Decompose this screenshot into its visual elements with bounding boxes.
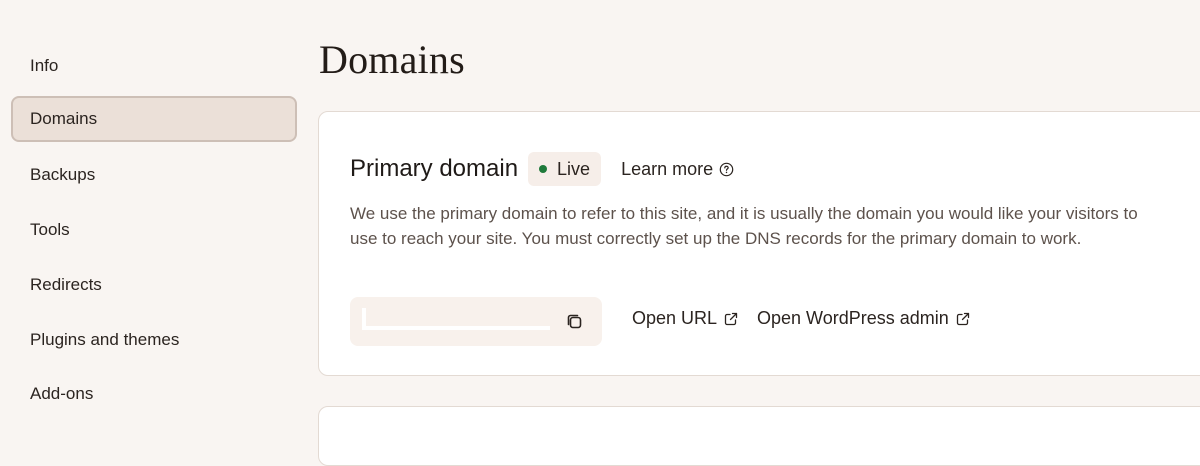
external-link-icon [724,312,738,325]
sidebar-item-label: Tools [30,220,70,239]
external-link-icon [956,312,969,325]
copy-icon [567,314,582,329]
open-wordpress-admin-link[interactable]: Open WordPress admin [757,308,971,329]
card-title: Primary domain [350,155,519,182]
primary-domain-card: Primary domain Live Learn more We use th… [318,111,1200,376]
sidebar-item-tools[interactable]: Tools [11,207,297,253]
learn-more-label: Learn more [621,158,714,179]
copy-button[interactable] [564,311,586,333]
status-badge: Live [528,152,602,186]
sidebar: Info Domains Backups Tools Redirects Plu… [0,0,310,429]
sidebar-item-info[interactable]: Info [11,43,297,89]
sidebar-item-label: Info [30,56,59,75]
sidebar-item-label: Add-ons [30,384,94,403]
sidebar-item-redirects[interactable]: Redirects [11,262,297,308]
open-wordpress-admin-label: Open WordPress admin [757,308,949,328]
open-url-label: Open URL [632,308,718,328]
sidebar-item-plugins-and-themes[interactable]: Plugins and themes [11,317,297,363]
domain-value [362,308,550,330]
sidebar-item-label: Backups [30,165,96,184]
status-text: Live [557,158,591,179]
open-url-link[interactable]: Open URL [632,308,739,329]
domain-display [350,297,602,346]
primary-domain-description: We use the primary domain to refer to th… [350,204,1138,248]
sidebar-item-label: Plugins and themes [30,330,180,349]
secondary-card [318,406,1200,466]
primary-domain-header: Primary domain Live Learn more [350,152,734,186]
page-title: Domains [319,37,465,82]
sidebar-item-domains[interactable]: Domains [11,96,297,142]
sidebar-item-label: Domains [30,109,98,128]
sidebar-item-backups[interactable]: Backups [11,152,297,198]
status-dot-icon [539,165,548,173]
sidebar-item-label: Redirects [30,275,102,294]
help-circle-icon [719,162,734,176]
learn-more-link[interactable]: Learn more [621,159,734,180]
sidebar-item-add-ons[interactable]: Add-ons [11,371,297,417]
